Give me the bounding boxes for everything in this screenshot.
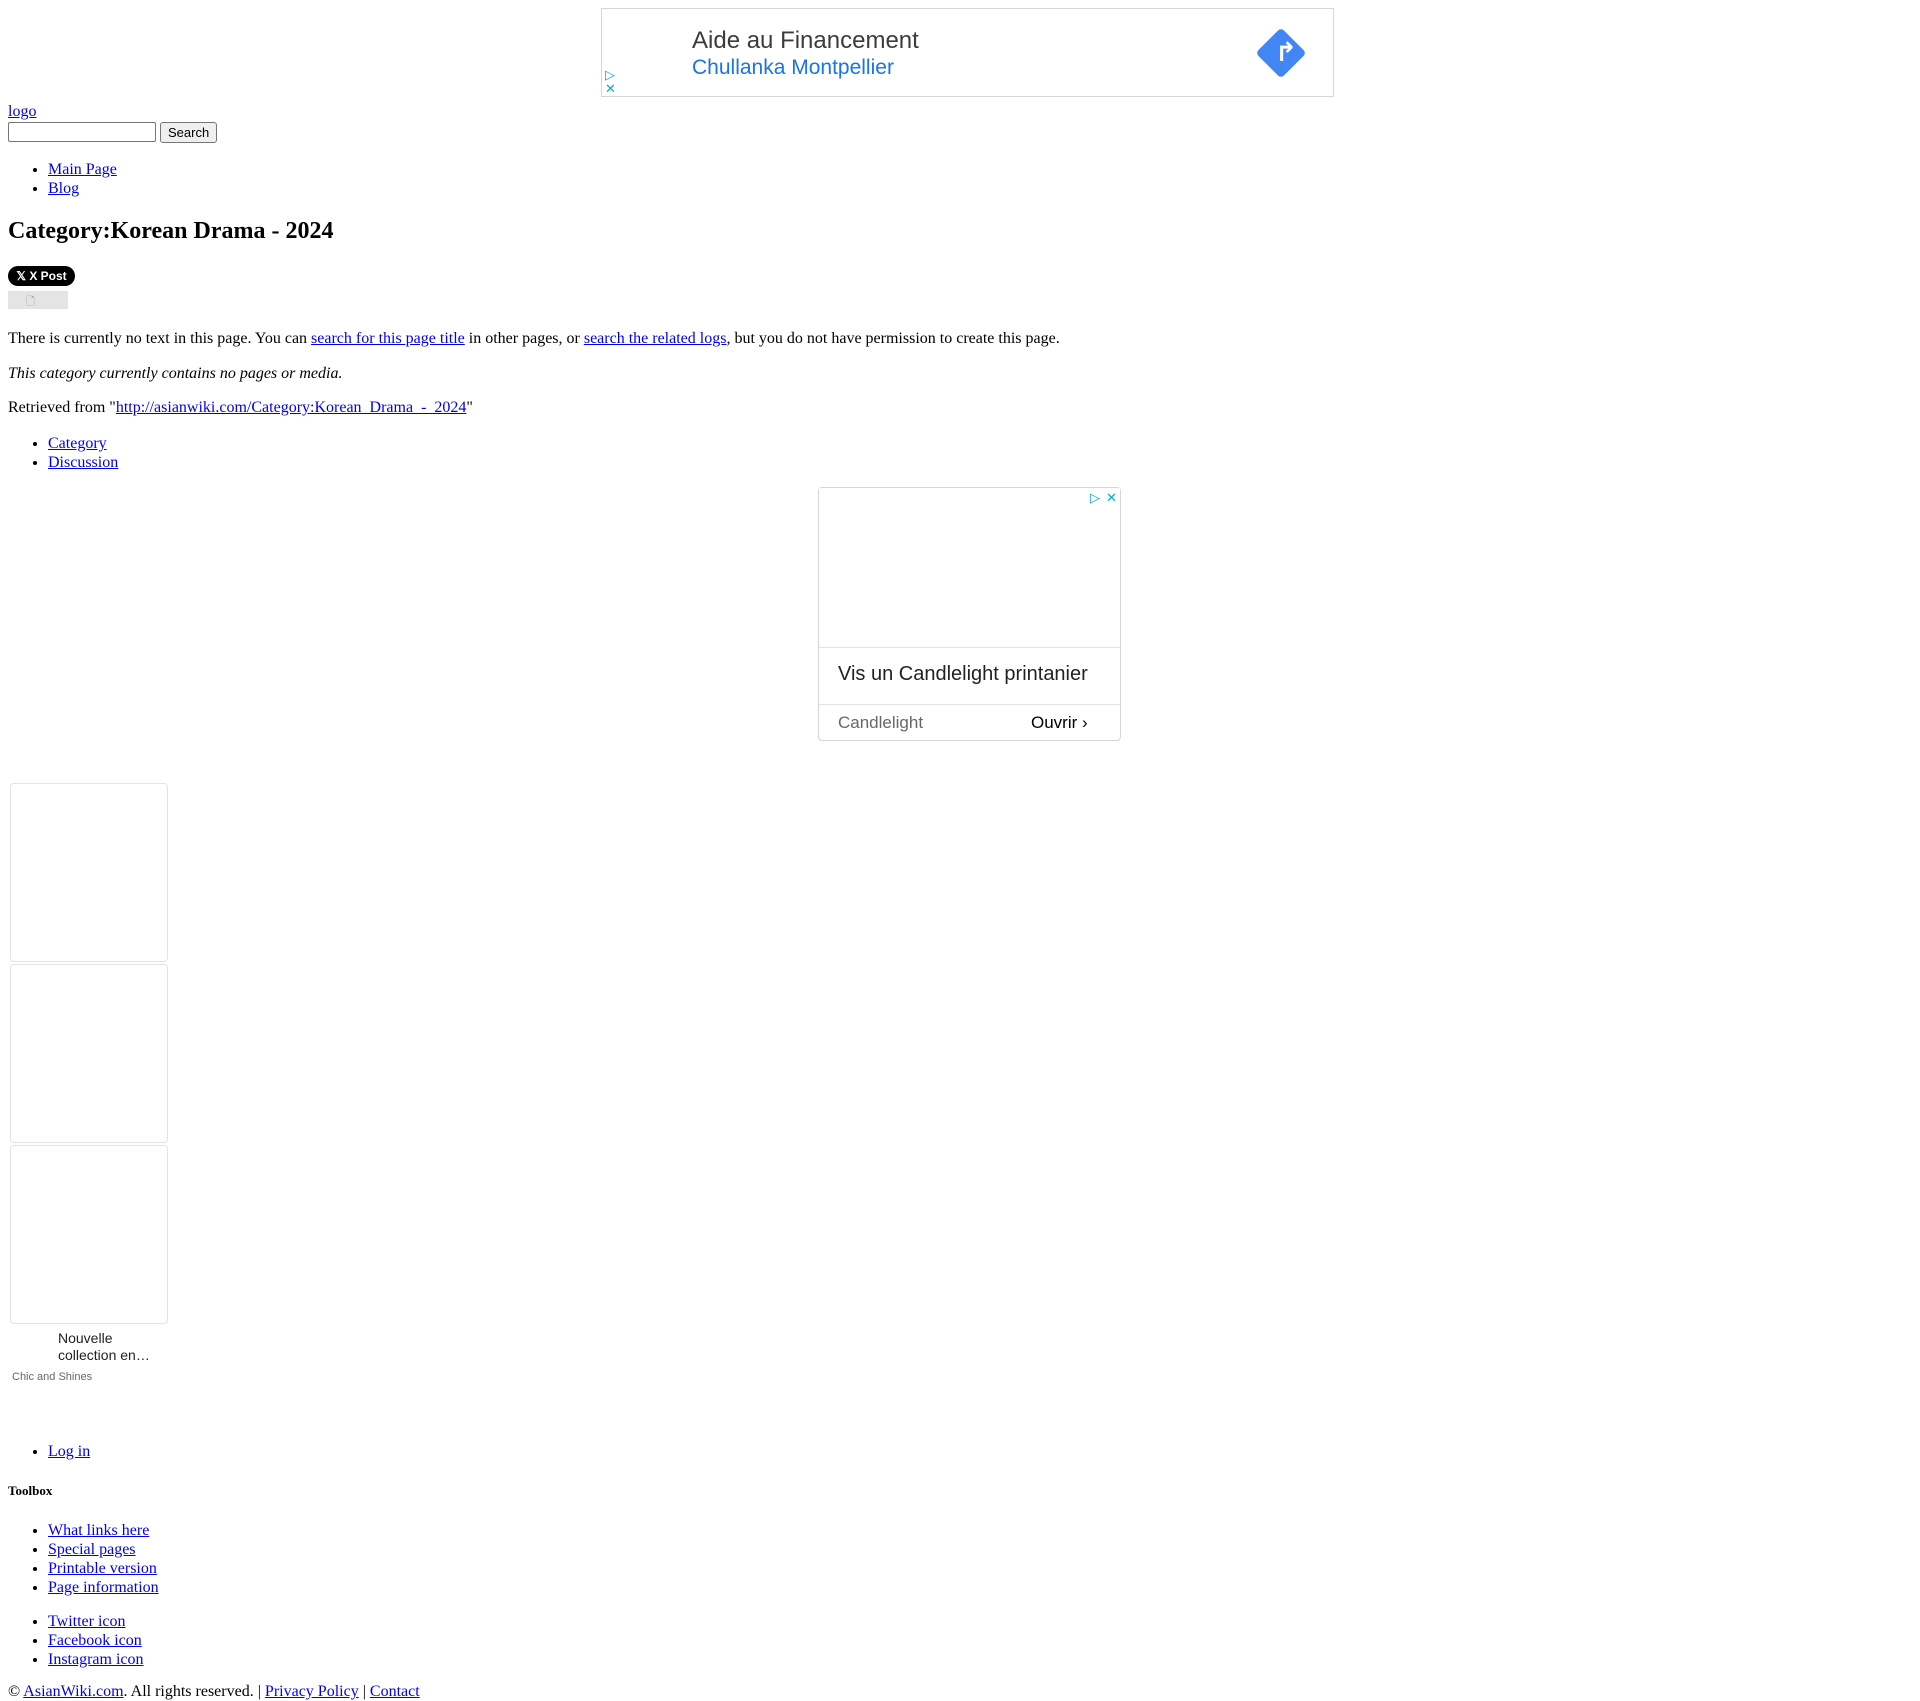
search-related-logs-link[interactable]: search the related logs (584, 330, 727, 347)
search-button[interactable]: Search (160, 122, 218, 143)
what-links-here-link[interactable]: What links here (48, 1522, 149, 1539)
footer-separator: | (358, 1683, 370, 1700)
instagram-icon[interactable]: Instagram icon (48, 1651, 144, 1668)
caption-line: collection en… (58, 1347, 150, 1363)
mid-ad-card[interactable]: ▷ ✕ Vis un Candlelight printanier Candle… (818, 487, 1121, 741)
open-label: Ouvrir (1031, 713, 1078, 732)
tab-discussion-item: Discussion (48, 453, 118, 472)
rights-text: . All rights reserved. | (123, 1683, 265, 1700)
top-ad-advertiser[interactable]: Chullanka Montpellier (692, 56, 894, 80)
namespace-tabs: Category Discussion (8, 434, 118, 472)
side-ad-image-3[interactable] (10, 1145, 168, 1324)
document-icon: 🗋 (26, 295, 35, 308)
copyright-symbol: © (8, 1683, 24, 1700)
adchoices-icon[interactable]: ▷ (605, 69, 615, 82)
directions-arrow-icon[interactable]: ↱ (1269, 36, 1303, 70)
side-ad-stack[interactable]: ▷ ✕ Nouvellecollection en… Chic and Shin… (10, 783, 168, 1383)
toolbox-list: What links here Special pages Printable … (8, 1521, 159, 1597)
nav-link-main-page[interactable]: Main Page (48, 161, 117, 178)
toolbox-item: Page information (48, 1578, 159, 1597)
notice-text: in other pages, or (464, 330, 584, 347)
personal-tools: Log in (8, 1442, 90, 1461)
share-widget-placeholder[interactable]: 🗋 (8, 291, 68, 309)
printable-version-link[interactable]: Printable version (48, 1560, 157, 1577)
social-item: Instagram icon (48, 1650, 144, 1669)
social-links: Twitter icon Facebook icon Instagram ico… (8, 1612, 144, 1669)
privacy-policy-link[interactable]: Privacy Policy (265, 1683, 359, 1700)
side-ad-brand: Chic and Shines (12, 1371, 93, 1383)
retrieved-quote: " (466, 399, 473, 416)
tab-discussion[interactable]: Discussion (48, 454, 118, 471)
page-information-link[interactable]: Page information (48, 1579, 159, 1596)
toolbox-heading: Toolbox (8, 1483, 53, 1498)
mid-ad-open-button[interactable]: Ouvrir › (1031, 713, 1088, 733)
facebook-icon[interactable]: Facebook icon (48, 1632, 142, 1649)
top-ad-headline[interactable]: Aide au Financement (692, 27, 919, 55)
search-page-title-link[interactable]: search for this page title (311, 330, 465, 347)
notice-text: There is currently no text in this page.… (8, 330, 312, 347)
tab-category-item: Category (48, 434, 118, 453)
toolbox-item: Special pages (48, 1540, 159, 1559)
x-logo-icon: 𝕏 (16, 269, 26, 283)
personal-item: Log in (48, 1442, 90, 1461)
ad-close-icon[interactable]: ✕ (1106, 492, 1117, 505)
contact-link[interactable]: Contact (370, 1683, 420, 1700)
site-home-link[interactable]: AsianWiki.com (23, 1683, 123, 1700)
side-ad-image-1[interactable] (10, 783, 168, 962)
mid-ad-headline[interactable]: Vis un Candlelight printanier (838, 663, 1088, 686)
notice-text: , but you do not have permission to crea… (726, 330, 1060, 347)
page-title: Category:Korean Drama - 2024 (8, 218, 334, 244)
toolbox-item: Printable version (48, 1559, 159, 1578)
tab-category[interactable]: Category (48, 435, 107, 452)
social-item: Facebook icon (48, 1631, 144, 1650)
log-in-link[interactable]: Log in (48, 1443, 90, 1460)
nav-item-main-page: Main Page (48, 160, 117, 179)
caption-line: Nouvelle (58, 1330, 113, 1346)
top-ad-banner[interactable]: Aide au Financement Chullanka Montpellie… (601, 8, 1334, 97)
divider (819, 704, 1120, 705)
side-ad-caption[interactable]: Nouvelle collection en… (58, 1330, 168, 1364)
ad-close-icon[interactable]: ✕ (605, 83, 616, 96)
site-logo-link[interactable]: logo (8, 103, 36, 121)
category-empty-note: This category currently contains no page… (8, 365, 343, 382)
ad-image[interactable] (819, 488, 1120, 648)
x-post-label: X Post (29, 269, 67, 283)
footer: © AsianWiki.com. All rights reserved. | … (8, 1682, 420, 1701)
twitter-icon[interactable]: Twitter icon (48, 1613, 126, 1630)
retrieved-url-link[interactable]: http://asianwiki.com/Category:Korean_Dra… (116, 399, 467, 416)
main-nav: Main Page Blog (8, 160, 117, 198)
search-input[interactable] (8, 122, 156, 142)
adchoices-icon[interactable]: ▷ (1090, 492, 1100, 505)
nav-link-blog[interactable]: Blog (48, 180, 79, 197)
toolbox-item: What links here (48, 1521, 159, 1540)
empty-page-notice: There is currently no text in this page.… (8, 329, 1060, 349)
mid-ad-advertiser: Candlelight (838, 713, 924, 732)
special-pages-link[interactable]: Special pages (48, 1541, 136, 1558)
nav-item-blog: Blog (48, 179, 117, 198)
retrieved-from: Retrieved from "http://asianwiki.com/Cat… (8, 398, 473, 418)
retrieved-label: Retrieved from " (8, 399, 116, 416)
x-post-button[interactable]: 𝕏 X Post (8, 266, 75, 286)
side-ad-image-2[interactable] (10, 964, 168, 1143)
chevron-right-icon: › (1082, 713, 1088, 732)
social-item: Twitter icon (48, 1612, 144, 1631)
